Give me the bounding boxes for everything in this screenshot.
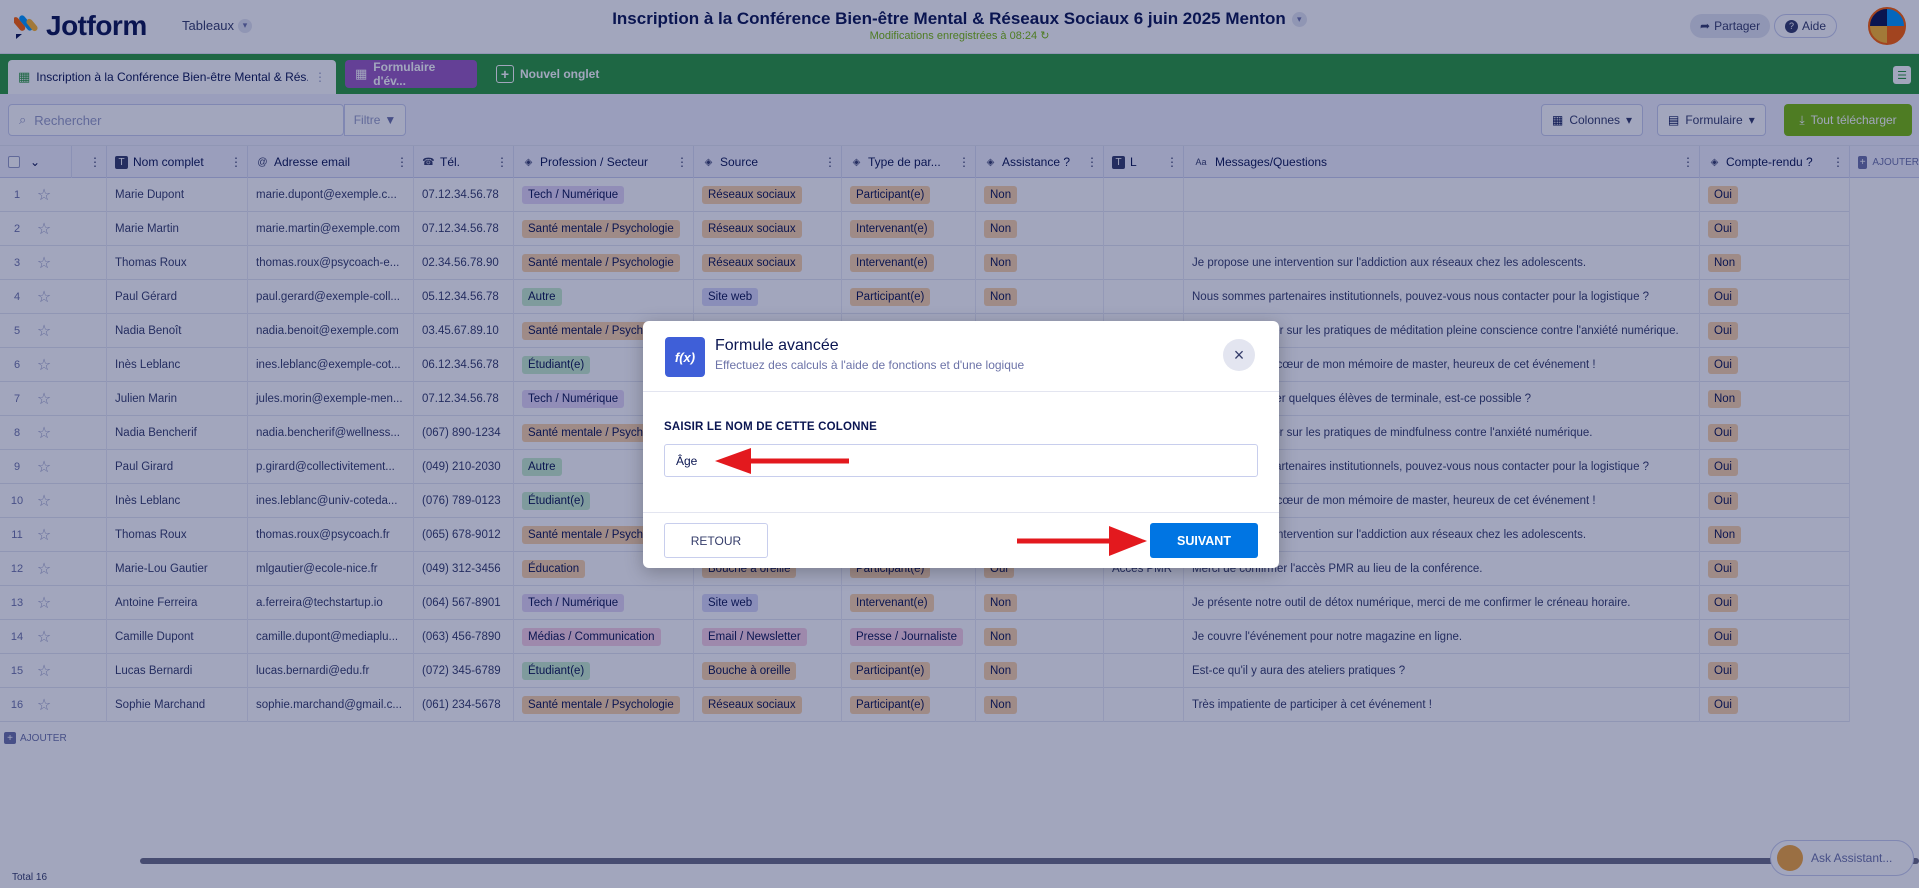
advanced-formula-dialog: f(x) Formule avancée Effectuez des calcu… — [643, 321, 1279, 568]
divider — [643, 512, 1279, 513]
divider — [643, 391, 1279, 392]
column-name-label: SAISIR LE NOM DE CETTE COLONNE — [664, 421, 878, 433]
dialog-title: Formule avancée — [715, 337, 839, 354]
annotation-arrow-right — [1017, 526, 1147, 556]
next-button[interactable]: SUIVANT — [1150, 523, 1258, 558]
close-icon[interactable]: × — [1223, 339, 1255, 371]
formula-icon: f(x) — [665, 337, 705, 377]
dialog-subtitle: Effectuez des calculs à l'aide de foncti… — [715, 358, 1025, 372]
annotation-arrow-left — [715, 448, 849, 474]
back-button[interactable]: RETOUR — [664, 523, 768, 558]
